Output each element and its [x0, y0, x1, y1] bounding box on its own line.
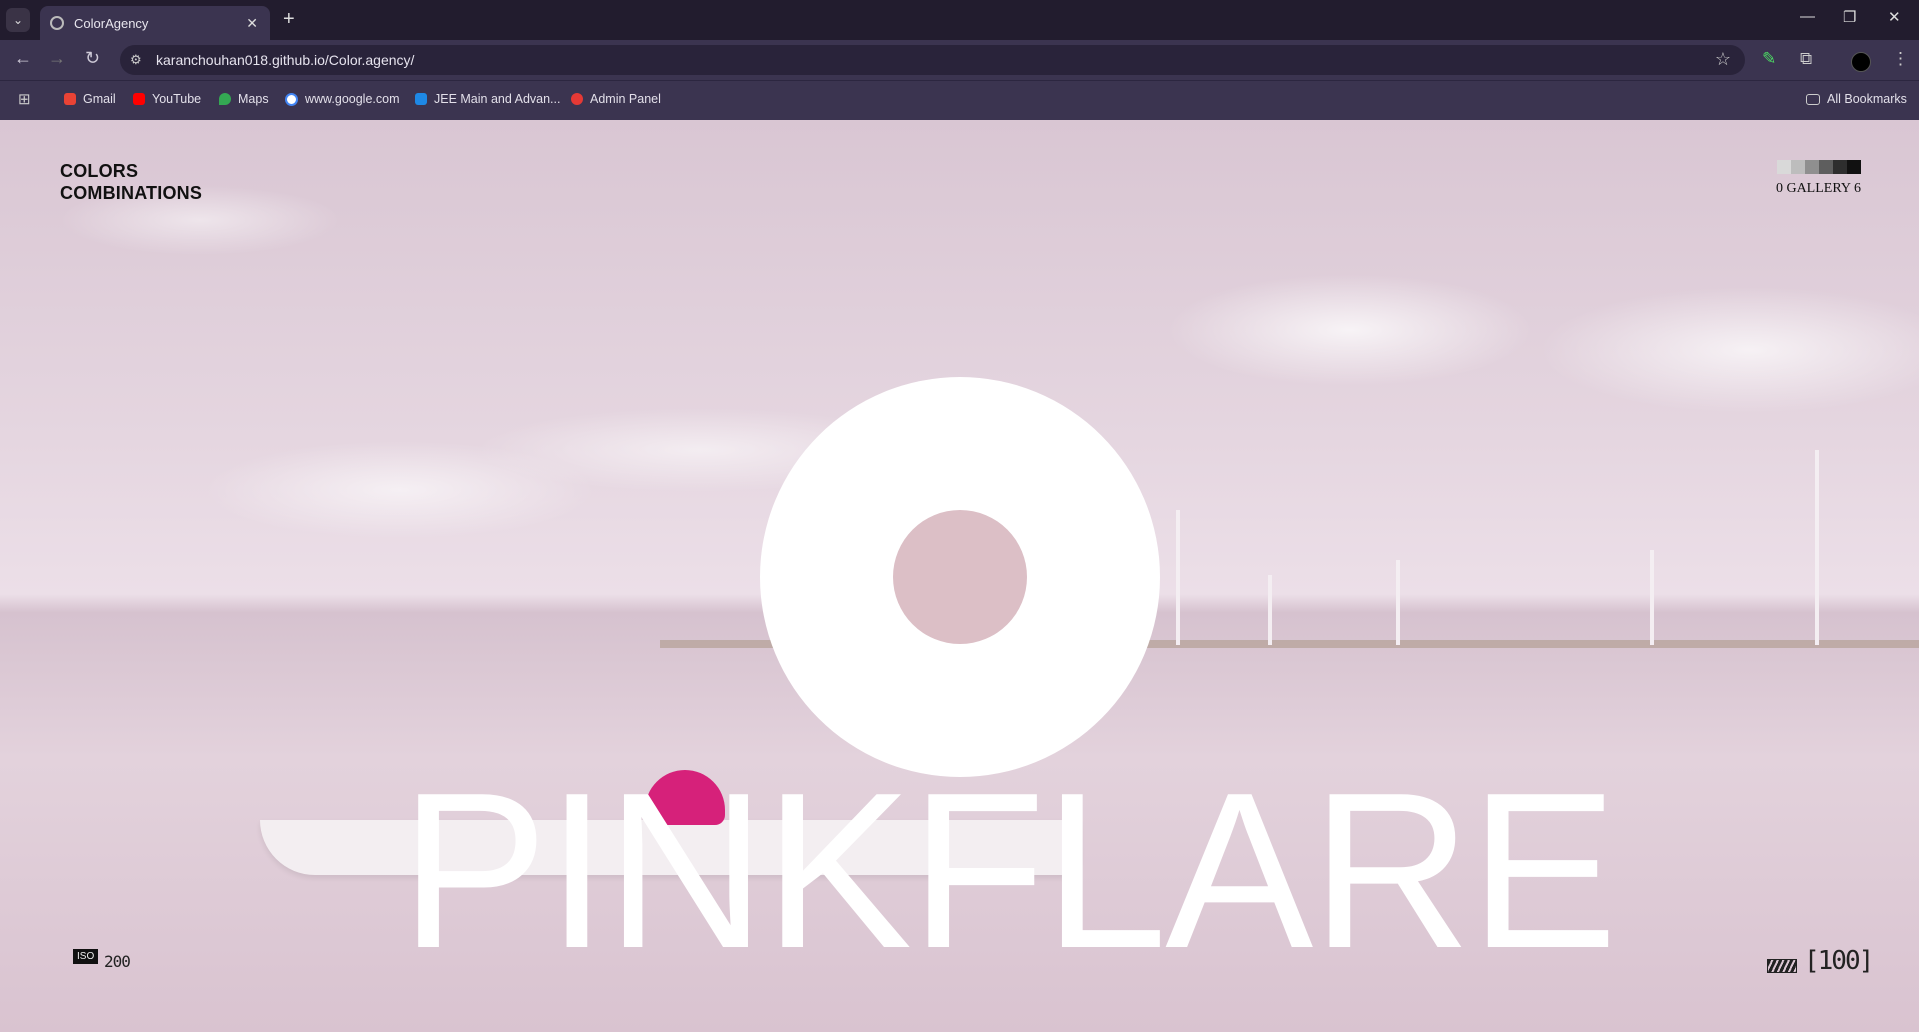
color-dot[interactable]	[893, 510, 1027, 644]
wind-turbine	[1268, 575, 1272, 645]
folder-icon	[1806, 93, 1820, 105]
swatch[interactable]	[1847, 160, 1861, 174]
tab-title: ColorAgency	[74, 15, 149, 31]
gmail-icon	[64, 93, 76, 105]
swatch[interactable]	[1777, 160, 1791, 174]
bookmark-gmail[interactable]: Gmail	[64, 92, 116, 106]
site-logo[interactable]: COLORS COMBINATIONS	[60, 160, 202, 204]
address-bar[interactable]: ⚙ karanchouhan018.github.io/Color.agency…	[120, 45, 1745, 75]
reload-icon[interactable]: ↻	[85, 48, 100, 69]
jee-icon	[415, 93, 427, 105]
back-icon[interactable]: ←	[14, 48, 32, 69]
admin-panel-icon	[571, 93, 583, 105]
pen-extension-icon[interactable]: ✎	[1762, 49, 1776, 69]
menu-kebab-icon[interactable]: ⋮	[1892, 49, 1909, 69]
wind-turbine	[1396, 560, 1400, 645]
bookmarks-bar: ⊞ Gmail YouTube Maps www.google.com JEE …	[0, 80, 1919, 121]
swatch[interactable]	[1833, 160, 1847, 174]
battery-icon	[1767, 959, 1797, 973]
google-icon	[285, 92, 298, 106]
gallery-swatches[interactable]	[1777, 160, 1861, 174]
bookmark-youtube[interactable]: YouTube	[133, 92, 201, 106]
wind-turbine	[1176, 510, 1180, 645]
youtube-icon	[133, 93, 145, 105]
bookmark-maps[interactable]: Maps	[219, 92, 269, 106]
window-close-icon[interactable]: ✕	[1888, 8, 1901, 26]
browser-tab-strip: ⌄ ColorAgency ✕ + — ❐ ✕	[0, 0, 1919, 40]
wind-turbine	[1815, 450, 1819, 645]
site-info-icon[interactable]: ⚙	[130, 52, 142, 68]
gallery-counter[interactable]: 0 GALLERY 6	[1776, 181, 1861, 197]
tab-search-button[interactable]: ⌄	[6, 8, 30, 32]
swatch[interactable]	[1805, 160, 1819, 174]
shot-counter: [100]	[1804, 946, 1874, 976]
swatch[interactable]	[1819, 160, 1833, 174]
color-name-headline: PINKFLARE	[400, 747, 1618, 995]
new-tab-button[interactable]: +	[283, 8, 295, 30]
bookmark-jee[interactable]: JEE Main and Advan...	[415, 92, 560, 106]
profile-avatar[interactable]	[1851, 52, 1871, 72]
close-icon[interactable]: ✕	[246, 15, 258, 32]
extensions-icon[interactable]: ⧉	[1800, 49, 1812, 69]
iso-badge: ISO	[73, 949, 99, 964]
logo-line-2: COMBINATIONS	[60, 183, 203, 203]
bookmark-admin-panel[interactable]: Admin Panel	[571, 92, 661, 106]
maps-icon	[219, 93, 231, 105]
logo-line-1: COLORS	[60, 161, 139, 181]
all-bookmarks[interactable]: All Bookmarks	[1806, 92, 1907, 106]
forward-icon[interactable]: →	[48, 48, 66, 69]
wind-turbine	[1650, 550, 1654, 645]
bookmark-star-icon[interactable]: ☆	[1715, 49, 1731, 70]
apps-grid-icon[interactable]: ⊞	[18, 90, 31, 108]
minimize-icon[interactable]: —	[1800, 8, 1815, 25]
bookmark-google[interactable]: www.google.com	[285, 92, 400, 106]
globe-icon	[50, 16, 64, 30]
url-text: karanchouhan018.github.io/Color.agency/	[156, 52, 415, 68]
browser-toolbar: ← → ↻ ⚙ karanchouhan018.github.io/Color.…	[0, 40, 1919, 80]
restore-icon[interactable]: ❐	[1843, 8, 1856, 26]
hero-section: COLORS COMBINATIONS 0 GALLERY 6 PINKFLAR…	[0, 120, 1919, 1032]
iso-value: 200	[104, 952, 131, 971]
tab-coloragency[interactable]: ColorAgency ✕	[40, 6, 270, 40]
swatch[interactable]	[1791, 160, 1805, 174]
